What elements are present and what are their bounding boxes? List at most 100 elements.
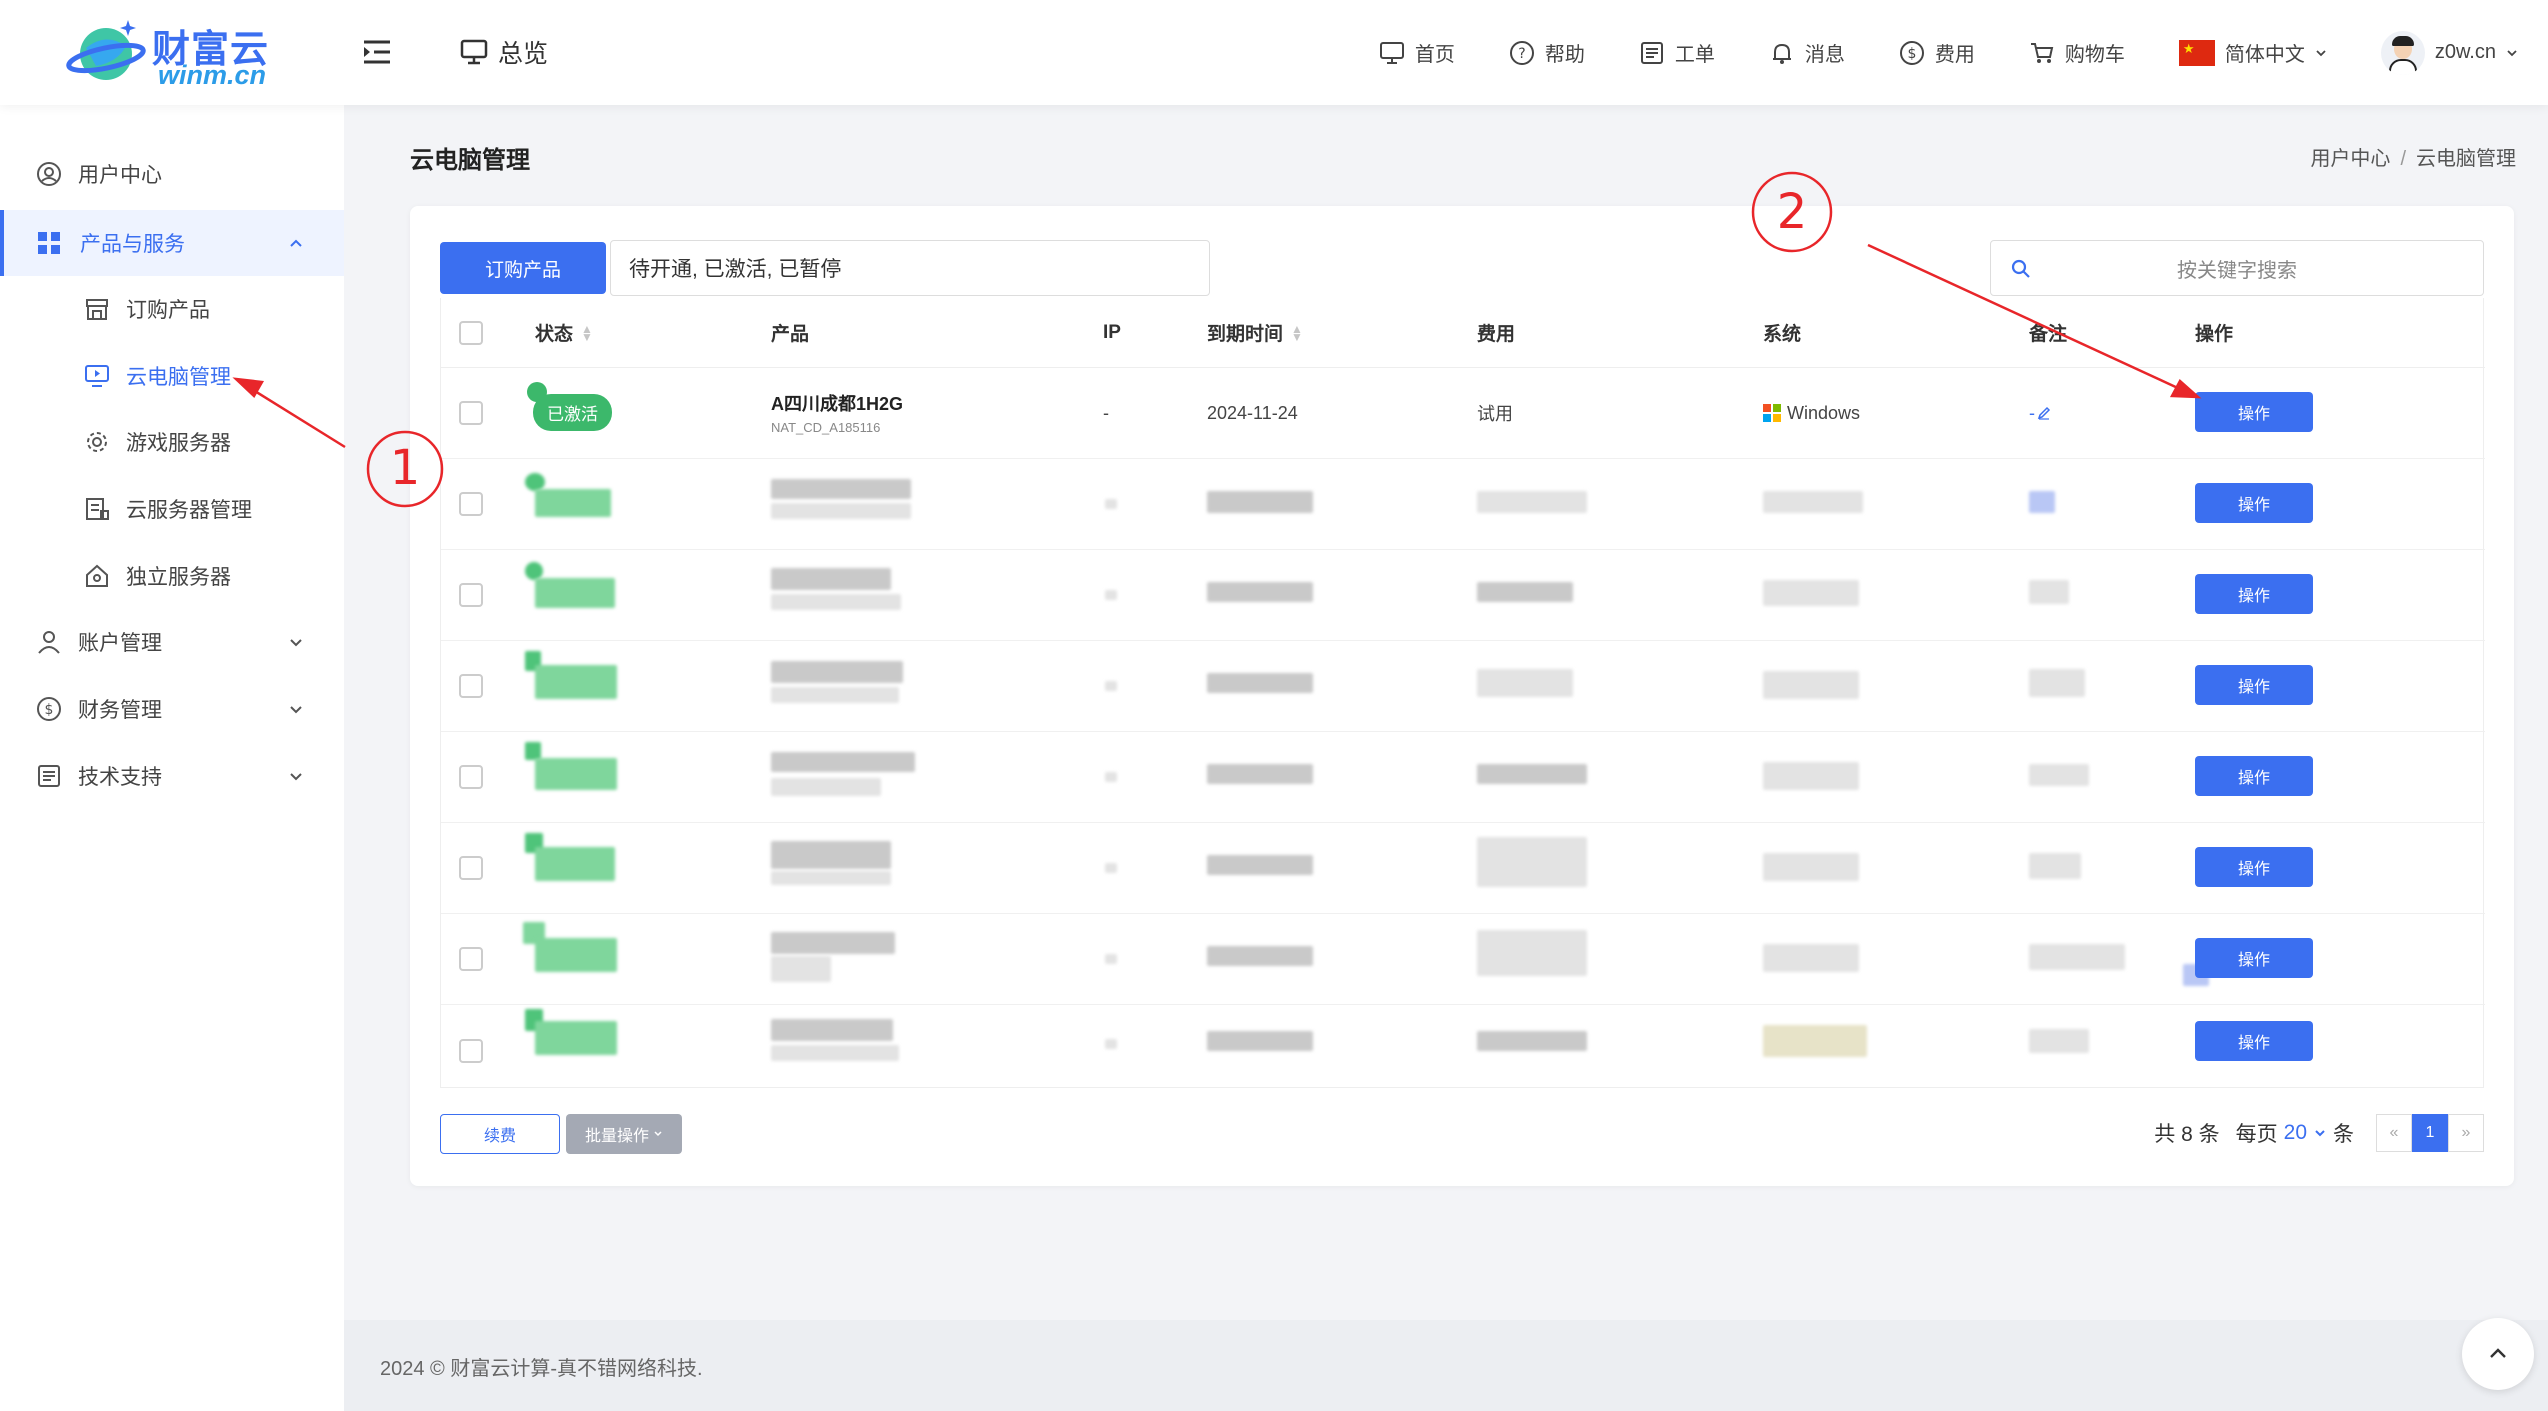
sidebar-item-order-product[interactable]: 订购产品: [0, 276, 344, 342]
col-note: 备注: [2029, 324, 2068, 345]
nav-fee[interactable]: $ 费用: [1899, 38, 1975, 67]
search-placeholder: 按关键字搜索: [2177, 259, 2297, 282]
logo[interactable]: 财富云 winm.cn: [66, 8, 276, 94]
row-checkbox[interactable]: [459, 401, 483, 425]
dollar-icon: $: [37, 697, 61, 721]
copyright: 2024 © 财富云计算-真不错网络科技.: [380, 1358, 703, 1380]
grid-icon: [38, 232, 60, 254]
sidebar-item-support[interactable]: 技术支持: [0, 743, 344, 809]
sidebar-item-user-center[interactable]: 用户中心: [0, 141, 344, 207]
user-menu[interactable]: z0w.cn: [2380, 30, 2518, 75]
list-doc-icon: [38, 765, 60, 787]
sidebar-item-dedicated-server[interactable]: 独立服务器: [0, 543, 344, 609]
sidebar-item-cloud-server[interactable]: 云服务器管理: [0, 476, 344, 542]
per-page-label: 每页: [2235, 1123, 2278, 1146]
edit-icon: [2037, 406, 2051, 420]
search-icon: [2011, 259, 2030, 278]
back-to-top-button[interactable]: [2462, 1318, 2534, 1390]
page-title: 云电脑管理: [410, 147, 530, 174]
top-nav: 首页 ? 帮助 工单 消息 $ 费用 购物车 简体中文 z0w.cn: [1379, 0, 2548, 105]
sidebar: 用户中心 产品与服务 订购产品 云电脑管理 游戏服务器 云服务器管理 独立服务器…: [0, 105, 344, 1411]
monitor-play-icon: [85, 365, 109, 387]
nav-help-label: 帮助: [1544, 44, 1585, 66]
action-button[interactable]: 操作: [2195, 665, 2313, 705]
avatar: [2380, 30, 2425, 75]
renew-button[interactable]: 续费: [440, 1114, 560, 1154]
col-expiry[interactable]: 到期时间 ▲ ▼: [1207, 298, 1303, 367]
action-button[interactable]: 操作: [2195, 392, 2313, 432]
per-page-unit: 条: [2333, 1123, 2354, 1146]
select-all-checkbox[interactable]: [459, 320, 483, 345]
batch-operation-button[interactable]: 批量操作: [566, 1114, 682, 1154]
table-row: 操作: [441, 1005, 2485, 1096]
breadcrumb: 用户中心 / 云电脑管理: [2310, 148, 2516, 170]
nav-help[interactable]: ? 帮助: [1509, 38, 1585, 67]
sidebar-item-game-server[interactable]: 游戏服务器: [0, 409, 344, 475]
nav-fee-label: 费用: [1934, 44, 1975, 66]
next-page-button[interactable]: »: [2448, 1114, 2484, 1152]
col-system: 系统: [1763, 324, 1802, 345]
table-row: 操作: [441, 550, 2485, 641]
status-filter-select[interactable]: 待开通, 已激活, 已暂停: [610, 240, 1210, 296]
page-size-select[interactable]: 20: [2284, 1121, 2327, 1145]
action-button[interactable]: 操作: [2195, 938, 2313, 978]
chevron-down-icon: [290, 706, 302, 714]
nav-message[interactable]: 消息: [1769, 38, 1845, 67]
action-button[interactable]: 操作: [2195, 756, 2313, 796]
row-checkbox[interactable]: [459, 674, 483, 698]
language-label: 简体中文: [2224, 44, 2305, 66]
breadcrumb-home[interactable]: 用户中心: [2310, 148, 2390, 170]
sidebar-item-cloud-pc[interactable]: 云电脑管理: [0, 343, 344, 409]
sidebar-item-products[interactable]: 产品与服务: [0, 210, 344, 276]
col-status[interactable]: 状态 ▲ ▼: [535, 298, 593, 367]
row-checkbox[interactable]: [459, 765, 483, 789]
chevron-down-icon: [2315, 1130, 2325, 1137]
col-fee: 费用: [1477, 324, 1516, 345]
svg-text:$: $: [1907, 46, 1916, 62]
row-checkbox[interactable]: [459, 1038, 483, 1063]
overview-link[interactable]: 总览: [460, 34, 548, 70]
monitor-icon: [1379, 41, 1404, 64]
svg-text:?: ?: [1518, 46, 1525, 62]
nav-ticket-label: 工单: [1674, 44, 1715, 66]
row-checkbox[interactable]: [459, 583, 483, 607]
action-button[interactable]: 操作: [2195, 483, 2313, 523]
status-badge: 已激活: [533, 394, 612, 431]
nav-cart-label: 购物车: [2064, 44, 2125, 66]
prev-page-button[interactable]: «: [2376, 1114, 2412, 1152]
action-button[interactable]: 操作: [2195, 847, 2313, 887]
sort-icon: ▲ ▼: [581, 321, 593, 344]
system-value: Windows: [1763, 368, 1860, 458]
nav-message-label: 消息: [1804, 44, 1845, 66]
language-select[interactable]: 简体中文: [2178, 38, 2327, 67]
chevron-up-icon: [290, 239, 302, 247]
help-icon: ?: [1509, 40, 1534, 65]
breadcrumb-current: 云电脑管理: [2416, 148, 2516, 170]
menu-collapse-icon[interactable]: [362, 38, 392, 66]
search-input[interactable]: 按关键字搜索: [1990, 240, 2484, 296]
sidebar-item-account[interactable]: 账户管理: [0, 609, 344, 675]
chevron-down-icon: [654, 1131, 662, 1137]
sidebar-item-label: 账户管理: [78, 632, 162, 655]
pagination: 共 8 条 每页 20 条 « 1 »: [2154, 1114, 2484, 1152]
dollar-icon: $: [1899, 40, 1924, 65]
action-button[interactable]: 操作: [2195, 1021, 2313, 1061]
sidebar-item-label: 云服务器管理: [126, 499, 252, 522]
product-name: A四川成都1H2G: [771, 394, 904, 414]
nav-ticket[interactable]: 工单: [1639, 38, 1715, 67]
sidebar-item-label: 技术支持: [78, 766, 162, 789]
nav-home[interactable]: 首页: [1379, 38, 1455, 67]
note-edit[interactable]: -: [2029, 368, 2051, 458]
page-1-button[interactable]: 1: [2412, 1114, 2448, 1152]
row-checkbox[interactable]: [459, 856, 483, 880]
table-row: 操作: [441, 732, 2485, 823]
sidebar-item-finance[interactable]: $ 财务管理: [0, 676, 344, 742]
order-product-button[interactable]: 订购产品: [440, 242, 606, 294]
nav-cart[interactable]: 购物车: [2029, 38, 2125, 67]
total-count: 共 8 条: [2154, 1123, 2220, 1146]
row-checkbox[interactable]: [459, 947, 483, 971]
sidebar-item-label: 游戏服务器: [126, 432, 231, 455]
action-button[interactable]: 操作: [2195, 574, 2313, 614]
sidebar-item-label: 订购产品: [126, 299, 210, 322]
row-checkbox[interactable]: [459, 492, 483, 516]
